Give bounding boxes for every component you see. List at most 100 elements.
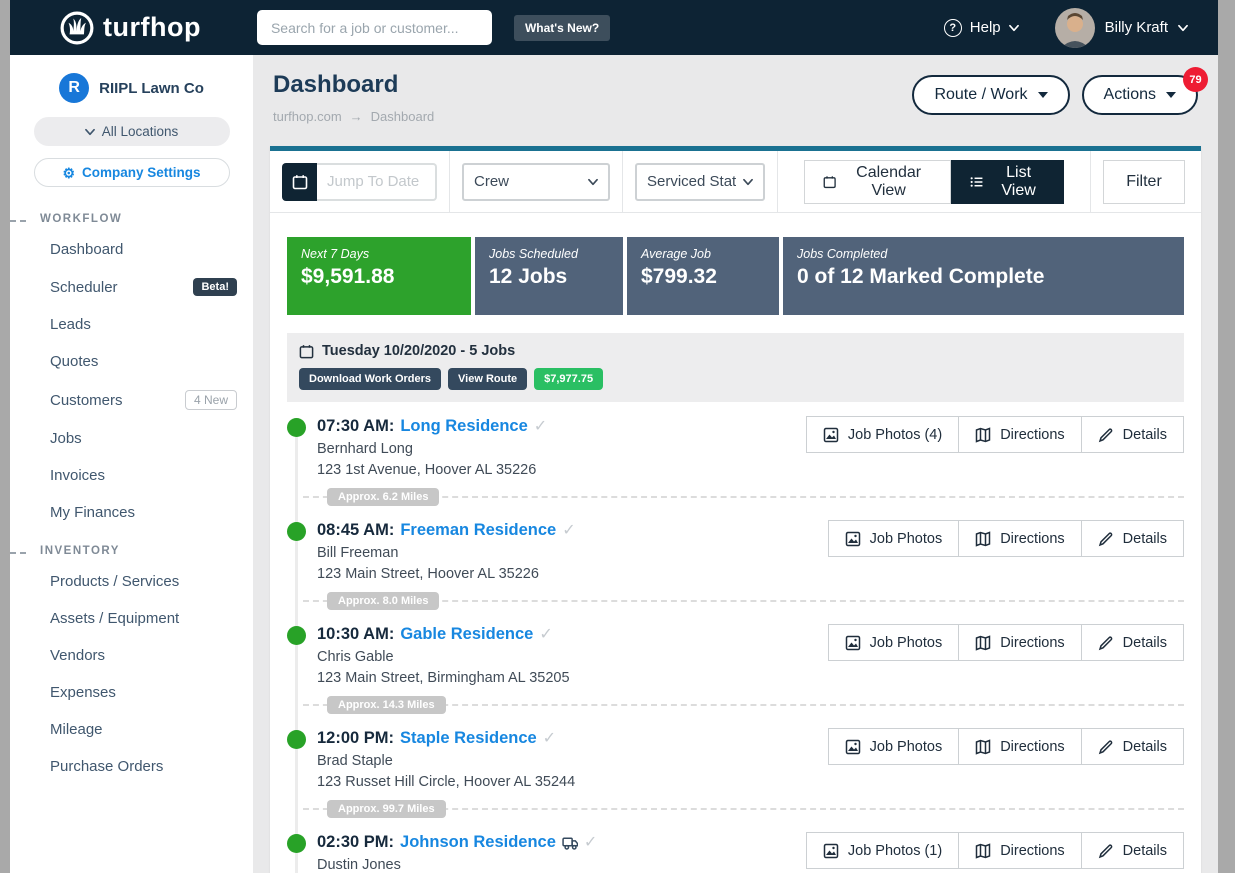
- caret-down-icon: [1166, 92, 1176, 98]
- check-icon: ✓: [543, 728, 556, 748]
- left-scrollbar[interactable]: [0, 0, 10, 873]
- job-row: 07:30 AM: Long Residence ✓ Bernhard Long…: [287, 414, 1184, 518]
- search-input[interactable]: [257, 10, 492, 45]
- page-scrollbar[interactable]: [1218, 0, 1235, 873]
- sidebar-item-mileage[interactable]: Mileage: [10, 711, 253, 748]
- job-photos-button[interactable]: Job Photos (4): [806, 416, 959, 453]
- photo-icon: [845, 635, 861, 651]
- job-row: 08:45 AM: Freeman Residence ✓ Bill Freem…: [287, 518, 1184, 622]
- all-locations-dropdown[interactable]: All Locations: [34, 117, 230, 146]
- beta-badge: Beta!: [193, 278, 237, 296]
- pencil-icon: [1098, 843, 1114, 859]
- stat-next-7-days: Next 7 Days $9,591.88: [287, 237, 471, 315]
- directions-button[interactable]: Directions: [958, 520, 1081, 557]
- details-button[interactable]: Details: [1081, 728, 1184, 765]
- all-locations-label: All Locations: [102, 124, 179, 139]
- filter-button[interactable]: Filter: [1103, 160, 1185, 204]
- turfhop-logo[interactable]: turfhop: [60, 11, 201, 45]
- download-work-orders-button[interactable]: Download Work Orders: [299, 368, 441, 390]
- sidebar-item-scheduler[interactable]: SchedulerBeta!: [10, 268, 253, 306]
- sidebar-item-customers[interactable]: Customers4 New: [10, 380, 253, 420]
- brand-name: turfhop: [103, 12, 201, 43]
- directions-button[interactable]: Directions: [958, 624, 1081, 661]
- job-photos-button[interactable]: Job Photos: [828, 520, 960, 557]
- details-button[interactable]: Details: [1081, 416, 1184, 453]
- sidebar-item-assets-equipment[interactable]: Assets / Equipment: [10, 600, 253, 637]
- inventory-section-header: Inventory: [10, 545, 253, 557]
- job-address: 123 Main Street, Hoover AL 35226: [317, 566, 1184, 582]
- job-address: 123 Russet Hill Circle, Hoover AL 35244: [317, 774, 1184, 790]
- miles-badge: Approx. 6.2 Miles: [327, 488, 439, 506]
- help-label: Help: [970, 19, 1001, 36]
- job-name-link[interactable]: Freeman Residence: [400, 521, 556, 540]
- company-logo: R: [59, 73, 89, 103]
- details-button[interactable]: Details: [1081, 520, 1184, 557]
- calendar-view-button[interactable]: Calendar View: [804, 160, 951, 204]
- job-status-dot: [287, 834, 306, 853]
- chevron-down-icon: [1009, 23, 1019, 33]
- job-row: 10:30 AM: Gable Residence ✓ Chris Gable …: [287, 622, 1184, 726]
- check-icon: ✓: [539, 624, 552, 644]
- photo-icon: [823, 427, 839, 443]
- route-work-button[interactable]: Route / Work: [912, 75, 1069, 115]
- job-name-link[interactable]: Staple Residence: [400, 729, 537, 748]
- breadcrumb: turfhop.com → Dashboard: [273, 109, 434, 124]
- pencil-icon: [1098, 635, 1114, 651]
- check-icon: ✓: [562, 520, 575, 540]
- day-title: Tuesday 10/20/2020 - 5 Jobs: [322, 343, 515, 359]
- sidebar-item-expenses[interactable]: Expenses: [10, 674, 253, 711]
- directions-button[interactable]: Directions: [958, 728, 1081, 765]
- sidebar-item-invoices[interactable]: Invoices: [10, 457, 253, 494]
- stat-jobs-completed: Jobs Completed 0 of 12 Marked Complete: [783, 237, 1184, 315]
- sidebar-item-purchase-orders[interactable]: Purchase Orders: [10, 748, 253, 785]
- whats-new-button[interactable]: What's New?: [514, 15, 610, 41]
- user-menu[interactable]: Billy Kraft: [1055, 8, 1188, 48]
- miles-badge: Approx. 14.3 Miles: [327, 696, 446, 714]
- job-name-link[interactable]: Long Residence: [400, 417, 527, 436]
- job-status-dot: [287, 418, 306, 437]
- sidebar-item-leads[interactable]: Leads: [10, 306, 253, 343]
- sidebar-item-quotes[interactable]: Quotes: [10, 343, 253, 380]
- sidebar-item-vendors[interactable]: Vendors: [10, 637, 253, 674]
- details-button[interactable]: Details: [1081, 832, 1184, 869]
- jump-to-date-input[interactable]: [317, 163, 437, 201]
- breadcrumb-site[interactable]: turfhop.com: [273, 109, 342, 124]
- view-route-button[interactable]: View Route: [448, 368, 527, 390]
- sidebar-item-products-services[interactable]: Products / Services: [10, 563, 253, 600]
- help-menu[interactable]: ? Help: [944, 19, 1019, 37]
- truck-icon: [562, 835, 578, 850]
- breadcrumb-arrow-icon: →: [350, 109, 363, 124]
- sidebar-item-dashboard[interactable]: Dashboard: [10, 231, 253, 268]
- breadcrumb-page: Dashboard: [371, 109, 435, 124]
- sidebar: R RIIPL Lawn Co All Locations ⚙ Company …: [10, 55, 253, 873]
- sidebar-item-my-finances[interactable]: My Finances: [10, 494, 253, 531]
- stat-average-job: Average Job $799.32: [627, 237, 779, 315]
- company-settings-button[interactable]: ⚙ Company Settings: [34, 158, 230, 187]
- job-photos-button[interactable]: Job Photos (1): [806, 832, 959, 869]
- caret-down-icon: [1038, 92, 1048, 98]
- pencil-icon: [1098, 739, 1114, 755]
- actions-button[interactable]: Actions 79: [1082, 75, 1198, 115]
- map-icon: [975, 739, 991, 755]
- details-button[interactable]: Details: [1081, 624, 1184, 661]
- sidebar-item-jobs[interactable]: Jobs: [10, 420, 253, 457]
- company-header[interactable]: R RIIPL Lawn Co: [10, 73, 253, 103]
- serviced-status-select[interactable]: Serviced Stat: [635, 163, 765, 201]
- job-photos-button[interactable]: Job Photos: [828, 728, 960, 765]
- stat-jobs-scheduled: Jobs Scheduled 12 Jobs: [475, 237, 623, 315]
- directions-button[interactable]: Directions: [958, 416, 1081, 453]
- date-picker-button[interactable]: [282, 163, 317, 201]
- new-customers-badge: 4 New: [185, 390, 237, 410]
- directions-button[interactable]: Directions: [958, 832, 1081, 869]
- job-photos-button[interactable]: Job Photos: [828, 624, 960, 661]
- photo-icon: [845, 739, 861, 755]
- job-name-link[interactable]: Johnson Residence: [400, 833, 556, 852]
- day-total-badge[interactable]: $7,977.75: [534, 368, 603, 390]
- crew-select[interactable]: Crew: [462, 163, 610, 201]
- stats-bar: Next 7 Days $9,591.88 Jobs Scheduled 12 …: [287, 237, 1184, 315]
- photo-icon: [823, 843, 839, 859]
- job-name-link[interactable]: Gable Residence: [400, 625, 533, 644]
- pencil-icon: [1098, 531, 1114, 547]
- list-view-button[interactable]: List View: [951, 160, 1064, 204]
- pencil-icon: [1098, 427, 1114, 443]
